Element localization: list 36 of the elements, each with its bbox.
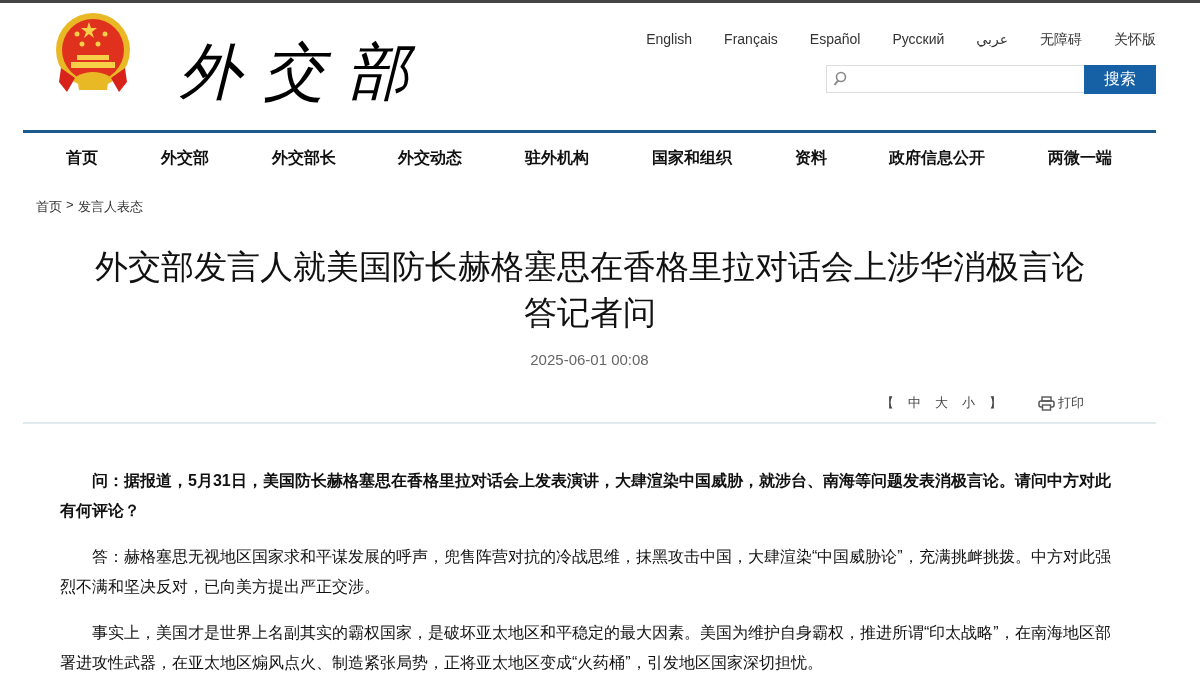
bracket: 】 (989, 394, 1002, 412)
nav-link[interactable]: 外交动态 (398, 147, 463, 187)
language-link[interactable]: عربي (976, 29, 1008, 49)
printer-icon[interactable] (1038, 395, 1055, 411)
article-title: 外交部发言人就美国防长赫格塞思在香格里拉对话会上涉华消极言论 (94, 247, 1085, 287)
nav-link[interactable]: 外交部长 (271, 147, 336, 187)
article-paragraph: 事实上，美国才是世界上名副其实的霸权国家，是破坏亚太地区和平稳定的最大因素。美国为维护自身霸权，推进所谓“印太战略”，在南海地区部署进攻性武器，在亚太地区煽风点火、制造紧张局势，正将亚太地区变成“火药桶”，引发地区国家深切担忧。 (60, 623, 1112, 673)
ministry-logo: 外交部 (179, 37, 431, 108)
font-size-link[interactable]: 大 (935, 394, 948, 412)
bracket: 【 (881, 394, 894, 412)
font-size-link[interactable]: 小 (962, 394, 975, 412)
breadcrumb-separator: > (66, 196, 74, 214)
nav-link[interactable]: 国家和组织 (651, 147, 732, 187)
search-field[interactable] (826, 65, 1084, 93)
language-link[interactable]: Español (809, 29, 861, 49)
nav-link[interactable]: 外交部 (160, 147, 209, 187)
nav-link[interactable]: 两微一端 (1048, 147, 1112, 187)
nav-link[interactable]: 资料 (794, 147, 827, 187)
nav-link[interactable]: 驻外机构 (525, 147, 589, 187)
language-link[interactable]: 关怀版 (1114, 29, 1156, 49)
language-link[interactable]: English (646, 29, 693, 49)
article-paragraph: 答：赫格塞思无视地区国家求和平谋发展的呼声，兜售阵营对抗的冷战思维，抹黑攻击中国，大肆渲染“中国威胁论”，充满挑衅挑拨。中方对此强烈不满和坚决反对，已向美方提出严正交涉。 (60, 547, 1112, 597)
breadcrumb-link[interactable]: 发言人表态 (77, 196, 143, 218)
print-link[interactable]: 打印 (1058, 394, 1084, 412)
search-icon (833, 71, 847, 87)
language-link[interactable]: Français (724, 29, 778, 49)
breadcrumb-link[interactable]: 首页 (36, 196, 62, 218)
language-link[interactable]: 无障碍 (1040, 29, 1082, 49)
nav-link[interactable]: 政府信息公开 (889, 147, 986, 187)
publish-date: 2025-06-01 00:08 (530, 351, 649, 368)
article-title: 答记者问 (523, 293, 656, 333)
font-size-link[interactable]: 中 (908, 394, 921, 412)
search-button[interactable]: 搜索 (1084, 65, 1156, 94)
language-link[interactable]: Русский (892, 29, 945, 49)
nav-link[interactable]: 首页 (66, 147, 98, 187)
article-paragraph: 问：据报道，5月31日，美国防长赫格塞思在香格里拉对话会上发表演讲，大肆渲染中国威胁，就涉台、南海等问题发表消极言论。请问中方对此有何评论？ (60, 471, 1112, 521)
